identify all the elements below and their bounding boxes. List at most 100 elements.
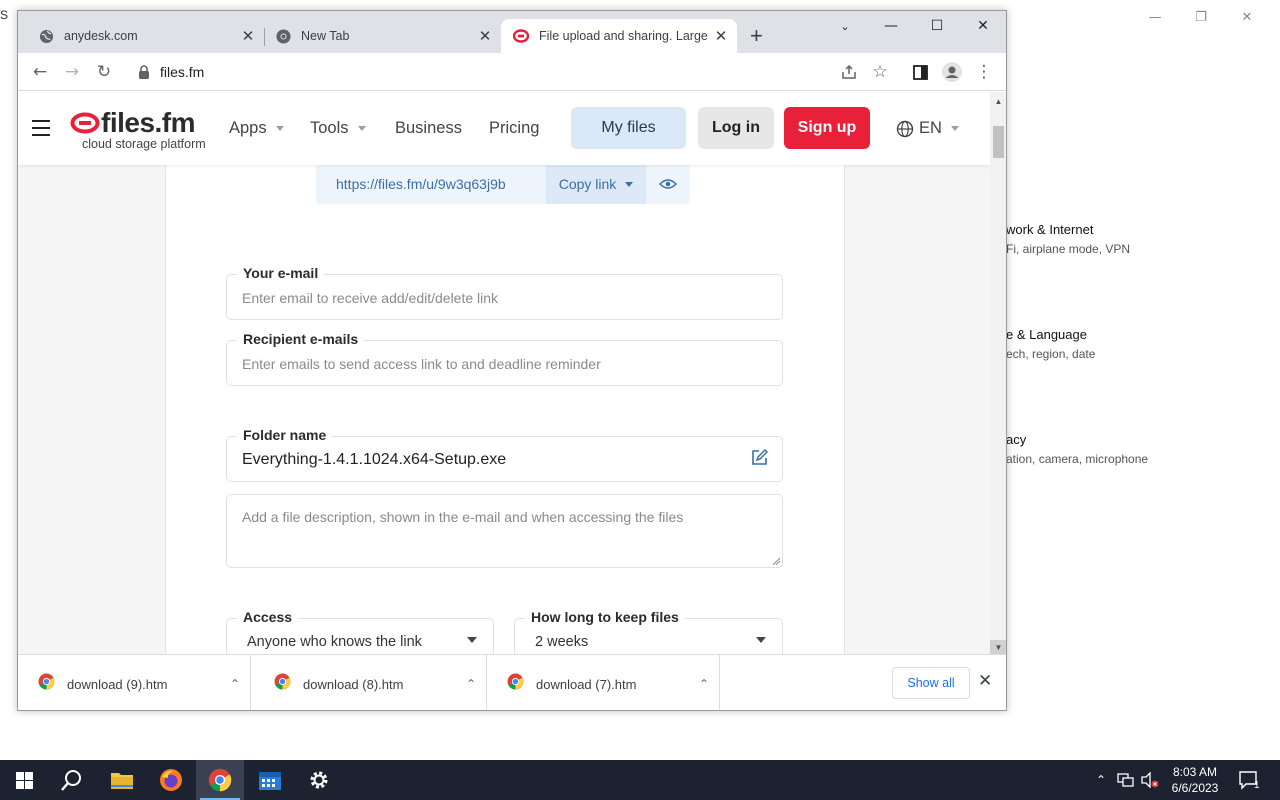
nav-apps[interactable]: Apps <box>229 119 284 138</box>
resize-grip-icon[interactable] <box>772 557 780 565</box>
back-icon[interactable]: ← <box>27 59 53 85</box>
settings-category-privacy[interactable]: acy ation, camera, microphone <box>1006 432 1266 466</box>
settings-title-partial: S <box>0 8 9 22</box>
dropdown-arrow-icon <box>467 637 477 643</box>
close-download-shelf-icon[interactable]: ✕ <box>978 671 992 691</box>
download-filename: download (8).htm <box>303 676 404 692</box>
nav-pricing[interactable]: Pricing <box>489 119 539 138</box>
recipient-emails-field[interactable]: Recipient e-mails Enter emails to send a… <box>226 331 783 386</box>
download-item[interactable]: download (8).htm ⌃ <box>254 655 487 710</box>
download-item[interactable]: download (9).htm ⌃ <box>18 655 251 710</box>
scroll-down-icon[interactable]: ▼ <box>990 640 1006 654</box>
folder-name-field[interactable]: Folder name Everything-1.4.1.1024.x64-Se… <box>226 427 783 482</box>
show-all-downloads-button[interactable]: Show all <box>892 667 970 699</box>
chrome-icon <box>275 28 291 44</box>
system-clock[interactable]: 8:03 AM 6/6/2023 <box>1160 764 1230 796</box>
file-explorer-icon[interactable] <box>98 760 146 800</box>
description-textarea[interactable]: Add a file description, shown in the e-m… <box>226 494 783 568</box>
search-icon[interactable] <box>48 760 96 800</box>
new-tab-button[interactable]: + <box>750 25 763 47</box>
keep-duration-label: How long to keep files <box>525 609 685 625</box>
preview-eye-icon[interactable] <box>646 164 690 204</box>
tab-strip: anydesk.com ✕ New Tab ✕ File upload and … <box>18 11 1006 53</box>
page-viewport: files.fm cloud storage platform Apps Too… <box>18 92 990 654</box>
folder-name-value: Everything-1.4.1.1024.x64-Setup.exe <box>242 451 507 468</box>
volume-muted-icon[interactable] <box>1140 760 1160 800</box>
access-select[interactable]: Access Anyone who knows the link <box>226 609 494 654</box>
dropdown-arrow-icon <box>756 637 766 643</box>
email-field[interactable]: Your e-mail Enter email to receive add/e… <box>226 265 783 320</box>
forward-icon[interactable]: → <box>59 59 85 85</box>
nav-tools[interactable]: Tools <box>310 119 366 138</box>
nav-label: Business <box>395 119 462 137</box>
minimize-icon[interactable]: — <box>868 11 914 41</box>
chrome-window-controls: ⌄ — ☐ ✕ <box>822 11 1006 41</box>
profile-avatar-icon[interactable] <box>939 59 965 85</box>
keep-duration-select[interactable]: How long to keep files 2 weeks <box>514 609 783 654</box>
settings-gear-icon[interactable] <box>295 760 343 800</box>
close-icon[interactable]: ✕ <box>1224 6 1270 28</box>
restore-icon[interactable]: ❐ <box>1178 6 1224 28</box>
filesfm-logo[interactable]: files.fm cloud storage platform <box>70 107 206 151</box>
share-link[interactable]: https://files.fm/u/9w3q63j9b <box>316 176 546 192</box>
address-bar[interactable]: files.fm <box>128 57 878 87</box>
reload-icon[interactable]: ↻ <box>91 59 117 85</box>
scroll-thumb[interactable] <box>993 126 1004 158</box>
scroll-up-icon[interactable]: ▲ <box>990 94 1006 108</box>
firefox-icon[interactable] <box>147 760 195 800</box>
notification-count: 1 <box>1254 779 1260 791</box>
chevron-up-icon[interactable]: ⌃ <box>689 677 719 691</box>
signup-button[interactable]: Sign up <box>784 107 870 149</box>
start-windows-icon[interactable] <box>0 760 48 800</box>
settings-category-network[interactable]: work & Internet Fi, airplane mode, VPN <box>1006 222 1266 256</box>
nav-label: Pricing <box>489 119 540 137</box>
language-label: EN <box>919 119 942 137</box>
my-files-button[interactable]: My files <box>571 107 686 149</box>
network-icon[interactable] <box>1116 760 1136 800</box>
download-item[interactable]: download (7).htm ⌃ <box>487 655 720 710</box>
page-scrollbar[interactable]: ▲ ▼ <box>990 92 1006 654</box>
tab-anydesk[interactable]: anydesk.com ✕ <box>18 19 264 53</box>
chevron-up-icon[interactable]: ⌃ <box>456 677 486 691</box>
menu-kebab-icon[interactable]: ⋮ <box>971 59 997 85</box>
hamburger-menu-icon[interactable] <box>32 120 50 141</box>
tab-filesfm[interactable]: File upload and sharing. Large fil ✕ <box>501 19 737 53</box>
login-button[interactable]: Log in <box>698 107 774 149</box>
tab-new-tab[interactable]: New Tab ✕ <box>255 19 501 53</box>
copy-link-button[interactable]: Copy link <box>546 164 646 204</box>
logo-name: files.fm <box>101 107 196 138</box>
close-icon[interactable]: ✕ <box>960 11 1006 41</box>
minimize-icon[interactable]: — <box>1132 6 1178 28</box>
category-subtitle: Fi, airplane mode, VPN <box>1006 242 1131 256</box>
tab-title: File upload and sharing. Large fil <box>539 29 711 43</box>
share-icon[interactable] <box>836 59 862 85</box>
copy-link-label: Copy link <box>558 176 617 192</box>
chevron-up-icon[interactable]: ⌃ <box>220 677 250 691</box>
download-filename: download (9).htm <box>67 676 168 692</box>
nav-business[interactable]: Business <box>395 119 462 138</box>
bookmark-star-icon[interactable]: ☆ <box>867 59 893 85</box>
action-center-icon[interactable]: 1 <box>1238 760 1260 800</box>
chrome-window: anydesk.com ✕ New Tab ✕ File upload and … <box>17 10 1007 711</box>
chrome-taskbar-icon[interactable] <box>196 760 244 800</box>
chrome-icon <box>38 673 55 695</box>
lock-icon <box>139 65 149 79</box>
chrome-icon <box>507 673 524 695</box>
tab-title: anydesk.com <box>64 29 138 43</box>
site-header: files.fm cloud storage platform Apps Too… <box>18 92 990 165</box>
email-placeholder: Enter email to receive add/edit/delete l… <box>242 290 499 306</box>
chevron-down-icon <box>625 181 634 187</box>
calendar-app-icon[interactable] <box>246 760 294 800</box>
settings-category-language[interactable]: e & Language ech, region, date <box>1006 327 1266 361</box>
tab-close-icon[interactable]: ✕ <box>711 27 731 45</box>
edit-icon[interactable] <box>751 448 769 471</box>
clock-date: 6/6/2023 <box>1171 781 1219 795</box>
tab-close-icon[interactable]: ✕ <box>475 27 495 45</box>
tab-search-icon[interactable]: ⌄ <box>822 11 868 41</box>
language-selector[interactable]: EN <box>896 119 959 138</box>
category-title: acy <box>1006 432 1027 447</box>
side-panel-icon[interactable] <box>907 59 933 85</box>
tray-overflow-chevron-icon[interactable]: ⌃ <box>1096 760 1106 800</box>
chrome-icon <box>274 673 291 695</box>
maximize-icon[interactable]: ☐ <box>914 11 960 41</box>
